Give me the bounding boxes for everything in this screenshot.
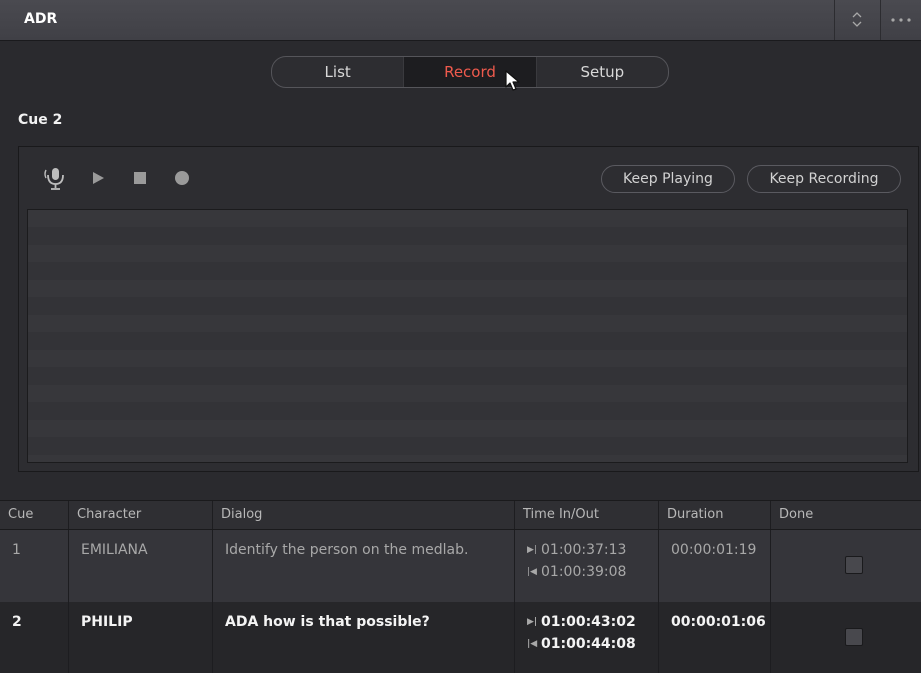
panel-title: ADR — [24, 11, 58, 27]
transport-bar: Keep Playing Keep Recording — [19, 147, 918, 209]
time-out: 01:00:44:08 — [541, 636, 636, 652]
chevron-updown-icon — [852, 12, 862, 27]
current-cue-label: Cue 2 — [18, 112, 63, 128]
column-header-cue[interactable]: Cue — [0, 501, 68, 529]
column-header-done[interactable]: Done — [770, 501, 921, 529]
title-bar: ADR — [0, 0, 921, 41]
mouse-cursor-icon — [505, 70, 520, 91]
done-checkbox[interactable] — [845, 628, 863, 646]
column-header-time-in-out[interactable]: Time In/Out — [514, 501, 658, 529]
mark-out-icon: |◀ — [527, 567, 537, 577]
mic-icon — [44, 168, 64, 190]
adr-panel: ADR List Record Setup Cue 2 Keep Playing… — [0, 0, 921, 673]
talkback-mic-button[interactable] — [41, 163, 69, 193]
cell-dialog: Identify the person on the medlab. — [212, 530, 514, 602]
column-header-character[interactable]: Character — [68, 501, 212, 529]
cell-duration: 00:00:01:19 — [658, 530, 770, 602]
recording-waveform-area[interactable] — [27, 209, 908, 463]
record-button[interactable] — [171, 167, 193, 189]
cell-done — [770, 530, 921, 602]
keep-playing-button[interactable]: Keep Playing — [601, 165, 735, 193]
mark-out-icon: |◀ — [527, 639, 538, 649]
stop-button[interactable] — [129, 167, 151, 189]
time-in: 01:00:43:02 — [541, 614, 636, 630]
table-row[interactable]: 2 PHILIP ADA how is that possible? ▶| 01… — [0, 602, 921, 673]
cell-dialog: ADA how is that possible? — [212, 602, 514, 673]
tab-list[interactable]: List — [272, 57, 403, 87]
mark-in-icon: ▶| — [527, 617, 538, 627]
tab-setup[interactable]: Setup — [537, 57, 668, 87]
cell-time-in-out: ▶| 01:00:37:13 |◀ 01:00:39:08 — [514, 530, 658, 602]
table-header: Cue Character Dialog Time In/Out Duratio… — [0, 501, 921, 530]
recorder-panel: Keep Playing Keep Recording — [18, 146, 919, 472]
play-icon — [93, 172, 104, 184]
more-options-button[interactable] — [880, 0, 921, 40]
expand-collapse-button[interactable] — [834, 0, 879, 40]
time-out: 01:00:39:08 — [541, 564, 627, 580]
done-checkbox[interactable] — [845, 556, 863, 574]
cell-character: PHILIP — [68, 602, 212, 673]
ellipsis-icon — [891, 18, 911, 22]
table-row[interactable]: 1 EMILIANA Identify the person on the me… — [0, 530, 921, 603]
play-button[interactable] — [87, 167, 109, 189]
column-header-duration[interactable]: Duration — [658, 501, 770, 529]
cell-done — [770, 602, 921, 673]
column-header-dialog[interactable]: Dialog — [212, 501, 514, 529]
stop-icon — [134, 172, 146, 184]
keep-recording-button[interactable]: Keep Recording — [747, 165, 901, 193]
cell-cue: 2 — [12, 614, 22, 630]
time-in: 01:00:37:13 — [541, 542, 627, 558]
record-icon — [175, 171, 189, 185]
mode-tabs: List Record Setup — [271, 56, 669, 88]
cue-table: Cue Character Dialog Time In/Out Duratio… — [0, 500, 921, 673]
cell-duration: 00:00:01:06 — [658, 602, 770, 673]
mark-in-icon: ▶| — [527, 545, 537, 555]
cell-character: EMILIANA — [68, 530, 212, 602]
cell-time-in-out: ▶| 01:00:43:02 |◀ 01:00:44:08 — [514, 602, 658, 673]
cell-cue: 1 — [12, 542, 21, 558]
